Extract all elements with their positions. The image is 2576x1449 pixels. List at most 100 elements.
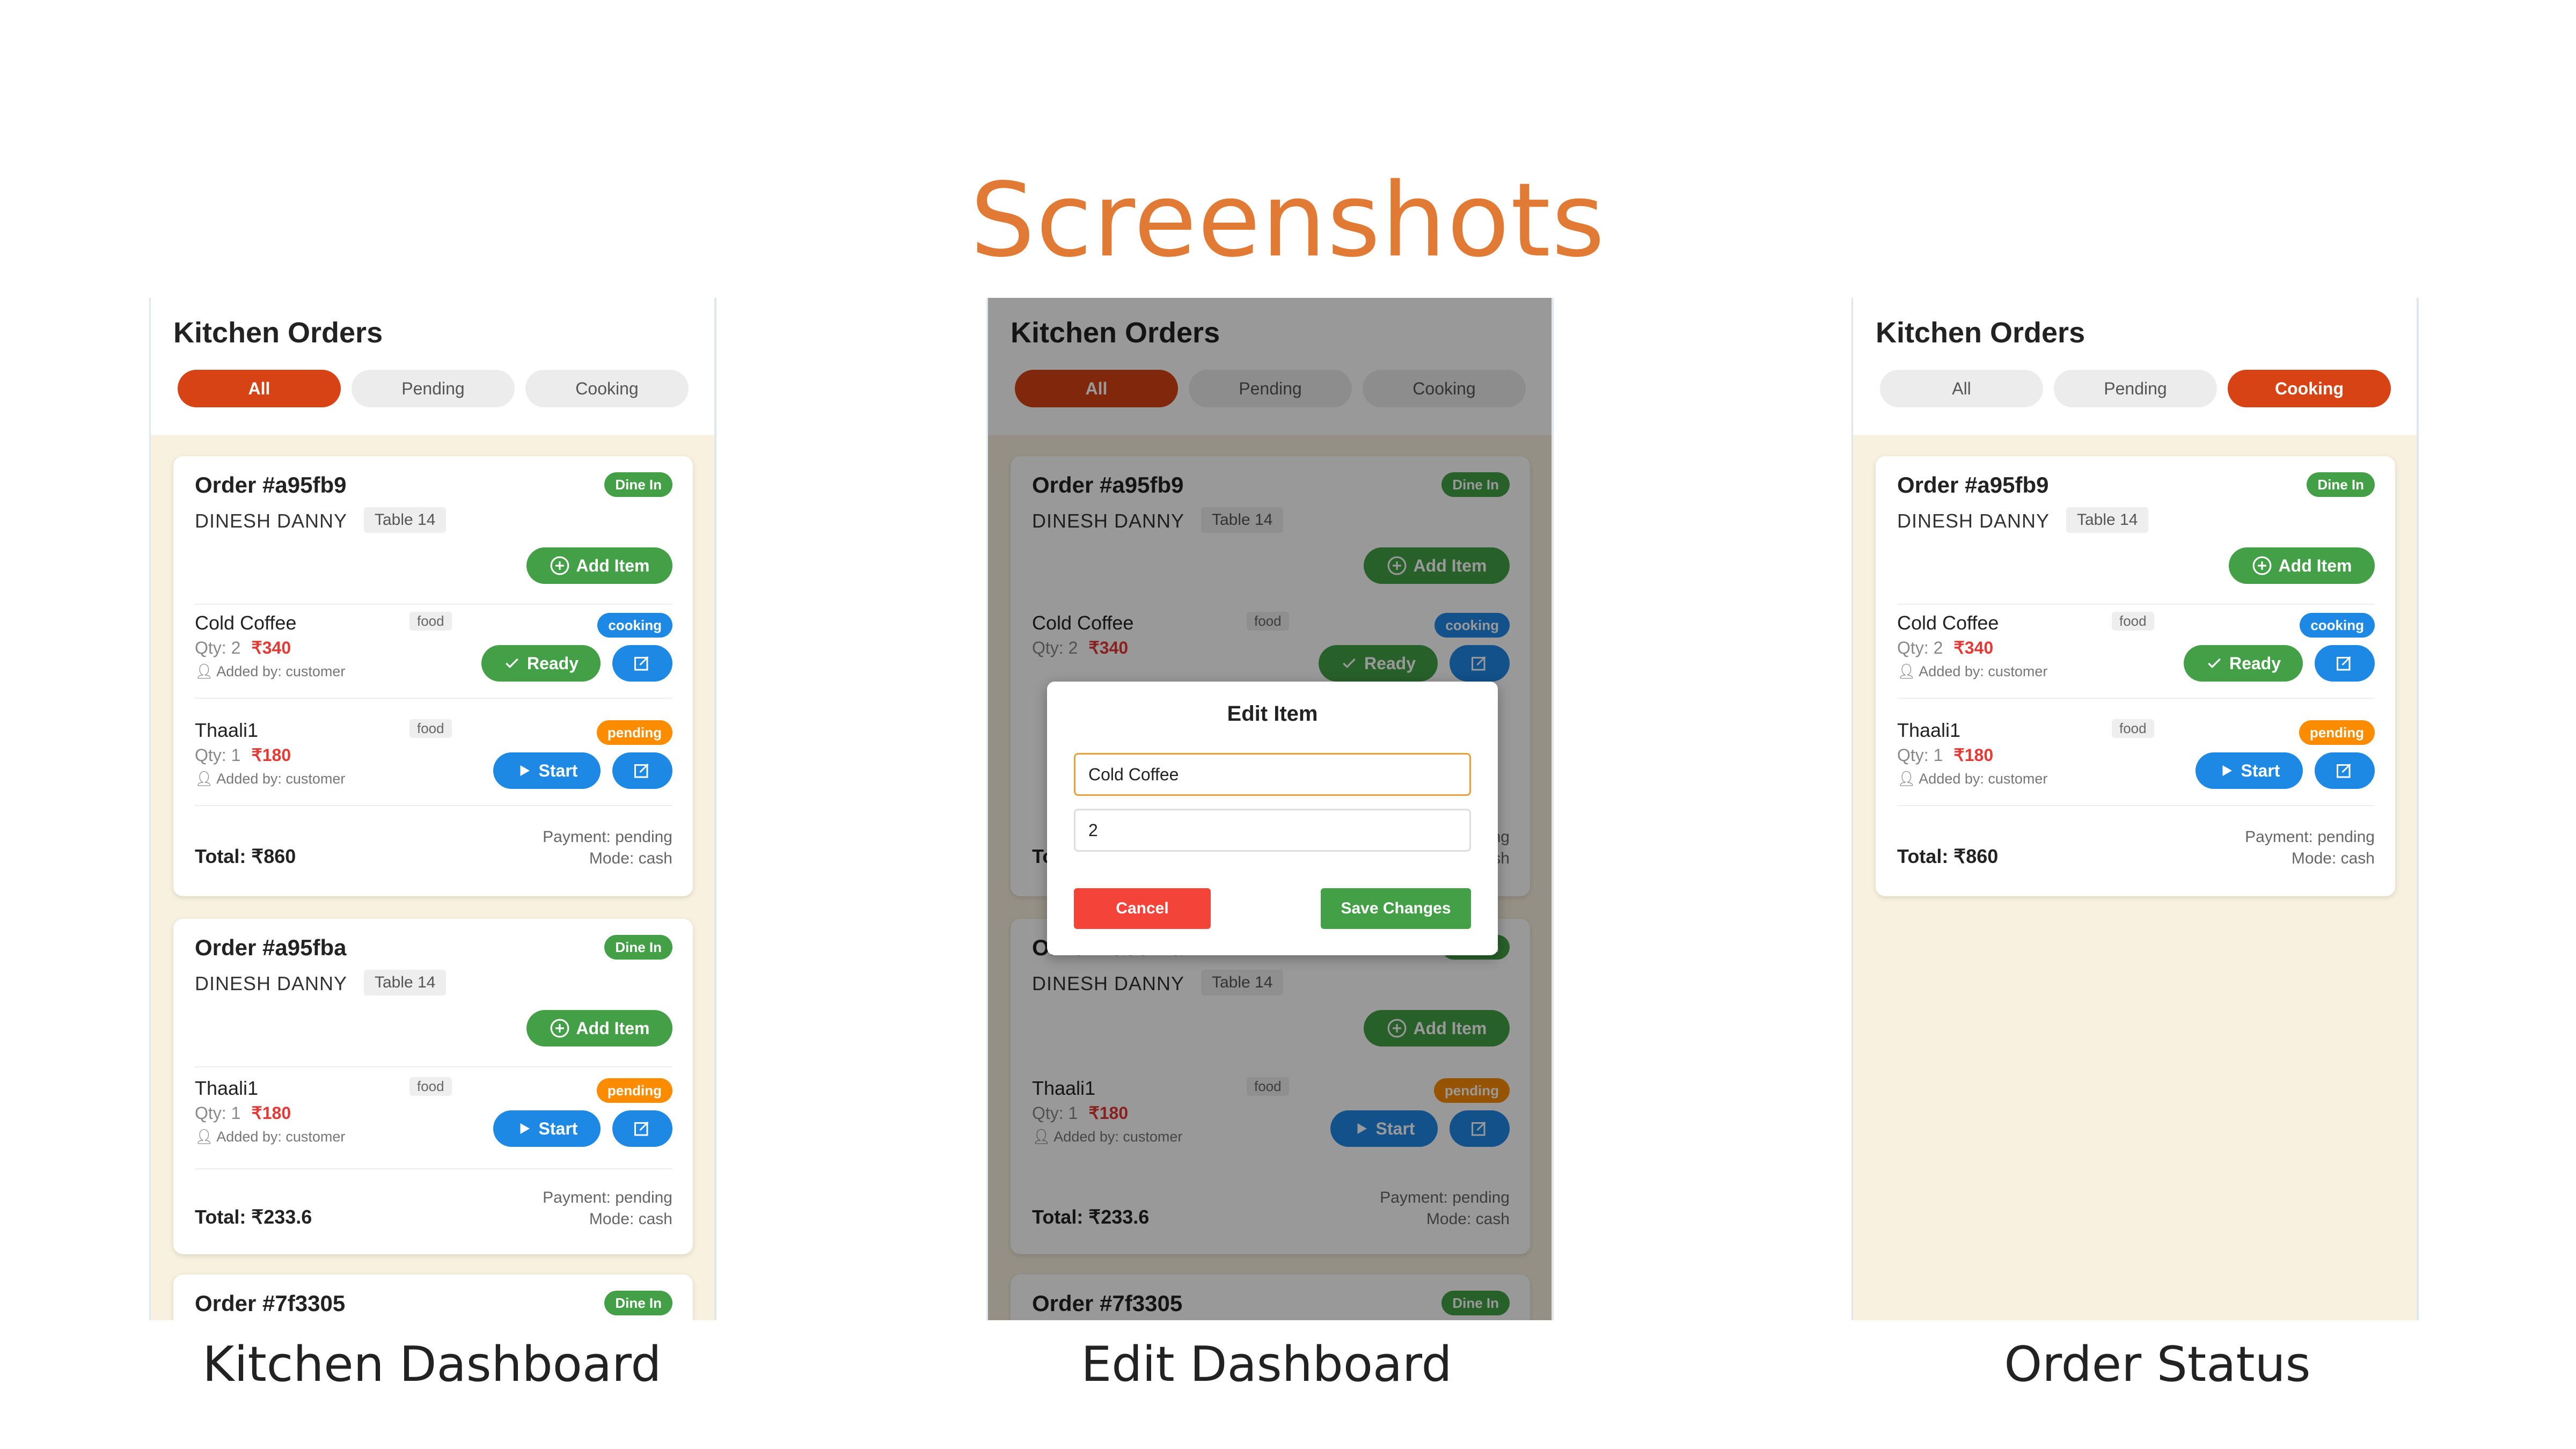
item-name: Thaali1	[1897, 719, 1961, 741]
item-price: ₹180	[251, 745, 291, 765]
caption-order-status: Order Status	[2004, 1336, 2311, 1393]
payment-info: Payment: pending Mode: cash	[2245, 826, 2375, 869]
table-badge: Table 14	[364, 970, 447, 996]
item-qty-line: Qty: 1 ₹180	[1897, 745, 1993, 765]
edit-item-button[interactable]	[612, 752, 672, 789]
ready-button[interactable]: Ready	[2184, 645, 2303, 682]
plus-circle-icon	[550, 556, 569, 575]
tab-cooking[interactable]: Cooking	[525, 370, 689, 407]
edit-item-button[interactable]	[612, 1110, 672, 1147]
added-by-text: Added by: customer	[1919, 771, 2048, 787]
caption-edit-dashboard: Edit Dashboard	[1081, 1336, 1452, 1393]
divider	[1897, 805, 2375, 806]
order-type-badge: Dine In	[604, 1291, 672, 1315]
order-card: Order #a95fb9 Dine In DINESH DANNY Table…	[1876, 456, 2395, 896]
item-price: ₹180	[251, 1103, 291, 1123]
item-added-by: 👤︎ Added by: customer	[1897, 663, 2047, 680]
item-qty: Qty: 1	[195, 1103, 241, 1123]
item-status-badge: cooking	[2300, 613, 2375, 638]
item-category: food	[2112, 719, 2154, 738]
edit-item-modal: Edit Item Cancel Save Changes	[1047, 682, 1498, 955]
item-qty-line: Qty: 2 ₹340	[1897, 638, 1993, 658]
order-total: Total: ₹860	[195, 845, 296, 867]
table-badge: Table 14	[2066, 507, 2149, 533]
add-item-button[interactable]: Add Item	[526, 547, 672, 584]
item-qty: Qty: 2	[195, 638, 241, 657]
item-price: ₹340	[1953, 638, 1994, 657]
save-changes-button[interactable]: Save Changes	[1321, 888, 1471, 929]
start-button[interactable]: Start	[2196, 752, 2303, 789]
kitchen-header: Kitchen Orders All Pending Cooking	[151, 298, 714, 435]
ready-label: Ready	[526, 653, 579, 673]
item-added-by: 👤︎ Added by: customer	[1897, 770, 2047, 787]
added-by-text: Added by: customer	[216, 1129, 346, 1145]
table-badge: Table 14	[364, 507, 447, 533]
edit-icon	[634, 763, 649, 778]
item-qty: Qty: 1	[195, 745, 241, 765]
user-icon: 👤︎	[195, 1129, 217, 1145]
edit-icon	[634, 1121, 649, 1136]
order-id: Order #a95fb9	[195, 472, 347, 497]
play-icon	[520, 1123, 530, 1134]
order-card: Order #a95fb9 Dine In DINESH DANNY Table…	[173, 456, 693, 896]
item-qty-line: Qty: 1 ₹180	[195, 1103, 291, 1123]
item-category: food	[409, 1077, 452, 1096]
add-item-label: Add Item	[576, 1018, 650, 1038]
item-status-badge: pending	[2299, 720, 2375, 745]
user-icon: 👤︎	[195, 771, 217, 787]
payment-status: Payment: pending	[543, 1189, 672, 1206]
item-status-badge: pending	[596, 720, 672, 745]
ready-button[interactable]: Ready	[481, 645, 601, 682]
check-icon	[506, 658, 518, 669]
start-label: Start	[2241, 760, 2280, 780]
item-added-by: 👤︎ Added by: customer	[195, 770, 345, 787]
start-button[interactable]: Start	[493, 752, 601, 789]
plus-circle-icon	[2252, 556, 2271, 575]
item-qty-input[interactable]	[1074, 809, 1471, 852]
user-icon: 👤︎	[1897, 771, 1919, 787]
add-item-label: Add Item	[576, 555, 650, 575]
payment-mode: Mode: cash	[2291, 850, 2375, 867]
item-status-badge: cooking	[597, 613, 672, 638]
customer-name: DINESH DANNY	[1897, 510, 2050, 532]
divider	[1897, 698, 2375, 699]
order-card: Order #a95fba Dine In DINESH DANNY Table…	[173, 919, 693, 1254]
edit-item-button[interactable]	[612, 645, 672, 682]
item-name-input[interactable]	[1074, 753, 1471, 796]
payment-status: Payment: pending	[2245, 828, 2375, 846]
order-total: Total: ₹233.6	[195, 1206, 312, 1228]
item-added-by: 👤︎ Added by: customer	[195, 1128, 345, 1145]
start-button[interactable]: Start	[493, 1110, 601, 1147]
edit-icon	[2337, 656, 2351, 671]
tab-all[interactable]: All	[178, 370, 341, 407]
order-id: Order #a95fb9	[1897, 472, 2049, 497]
edit-item-button[interactable]	[2315, 752, 2375, 789]
slide-title: Screenshots	[970, 161, 1606, 280]
start-label: Start	[538, 1118, 578, 1138]
cancel-button[interactable]: Cancel	[1074, 888, 1211, 929]
customer-name: DINESH DANNY	[195, 972, 348, 994]
order-total: Total: ₹860	[1897, 845, 1999, 867]
item-category: food	[409, 612, 452, 631]
plus-circle-icon	[550, 1019, 569, 1038]
add-item-button[interactable]: Add Item	[2229, 547, 2375, 584]
tab-cooking[interactable]: Cooking	[2228, 370, 2391, 407]
tab-all[interactable]: All	[1880, 370, 2043, 407]
edit-icon	[634, 656, 649, 671]
added-by-text: Added by: customer	[1919, 663, 2048, 679]
kitchen-header: Kitchen Orders All Pending Cooking	[1853, 298, 2417, 435]
add-item-button[interactable]: Add Item	[526, 1010, 672, 1046]
edit-icon	[2337, 763, 2351, 778]
edit-item-button[interactable]	[2315, 645, 2375, 682]
page-title: Kitchen Orders	[1876, 317, 2085, 349]
item-qty-line: Qty: 1 ₹180	[195, 745, 291, 765]
add-item-label: Add Item	[2278, 555, 2352, 575]
tab-pending[interactable]: Pending	[2054, 370, 2217, 407]
payment-info: Payment: pending Mode: cash	[543, 826, 672, 869]
order-type-badge: Dine In	[2307, 472, 2375, 497]
payment-mode: Mode: cash	[589, 1210, 672, 1228]
page-title: Kitchen Orders	[173, 317, 383, 349]
tab-pending[interactable]: Pending	[352, 370, 515, 407]
divider	[195, 1168, 672, 1169]
play-icon	[2222, 765, 2232, 776]
